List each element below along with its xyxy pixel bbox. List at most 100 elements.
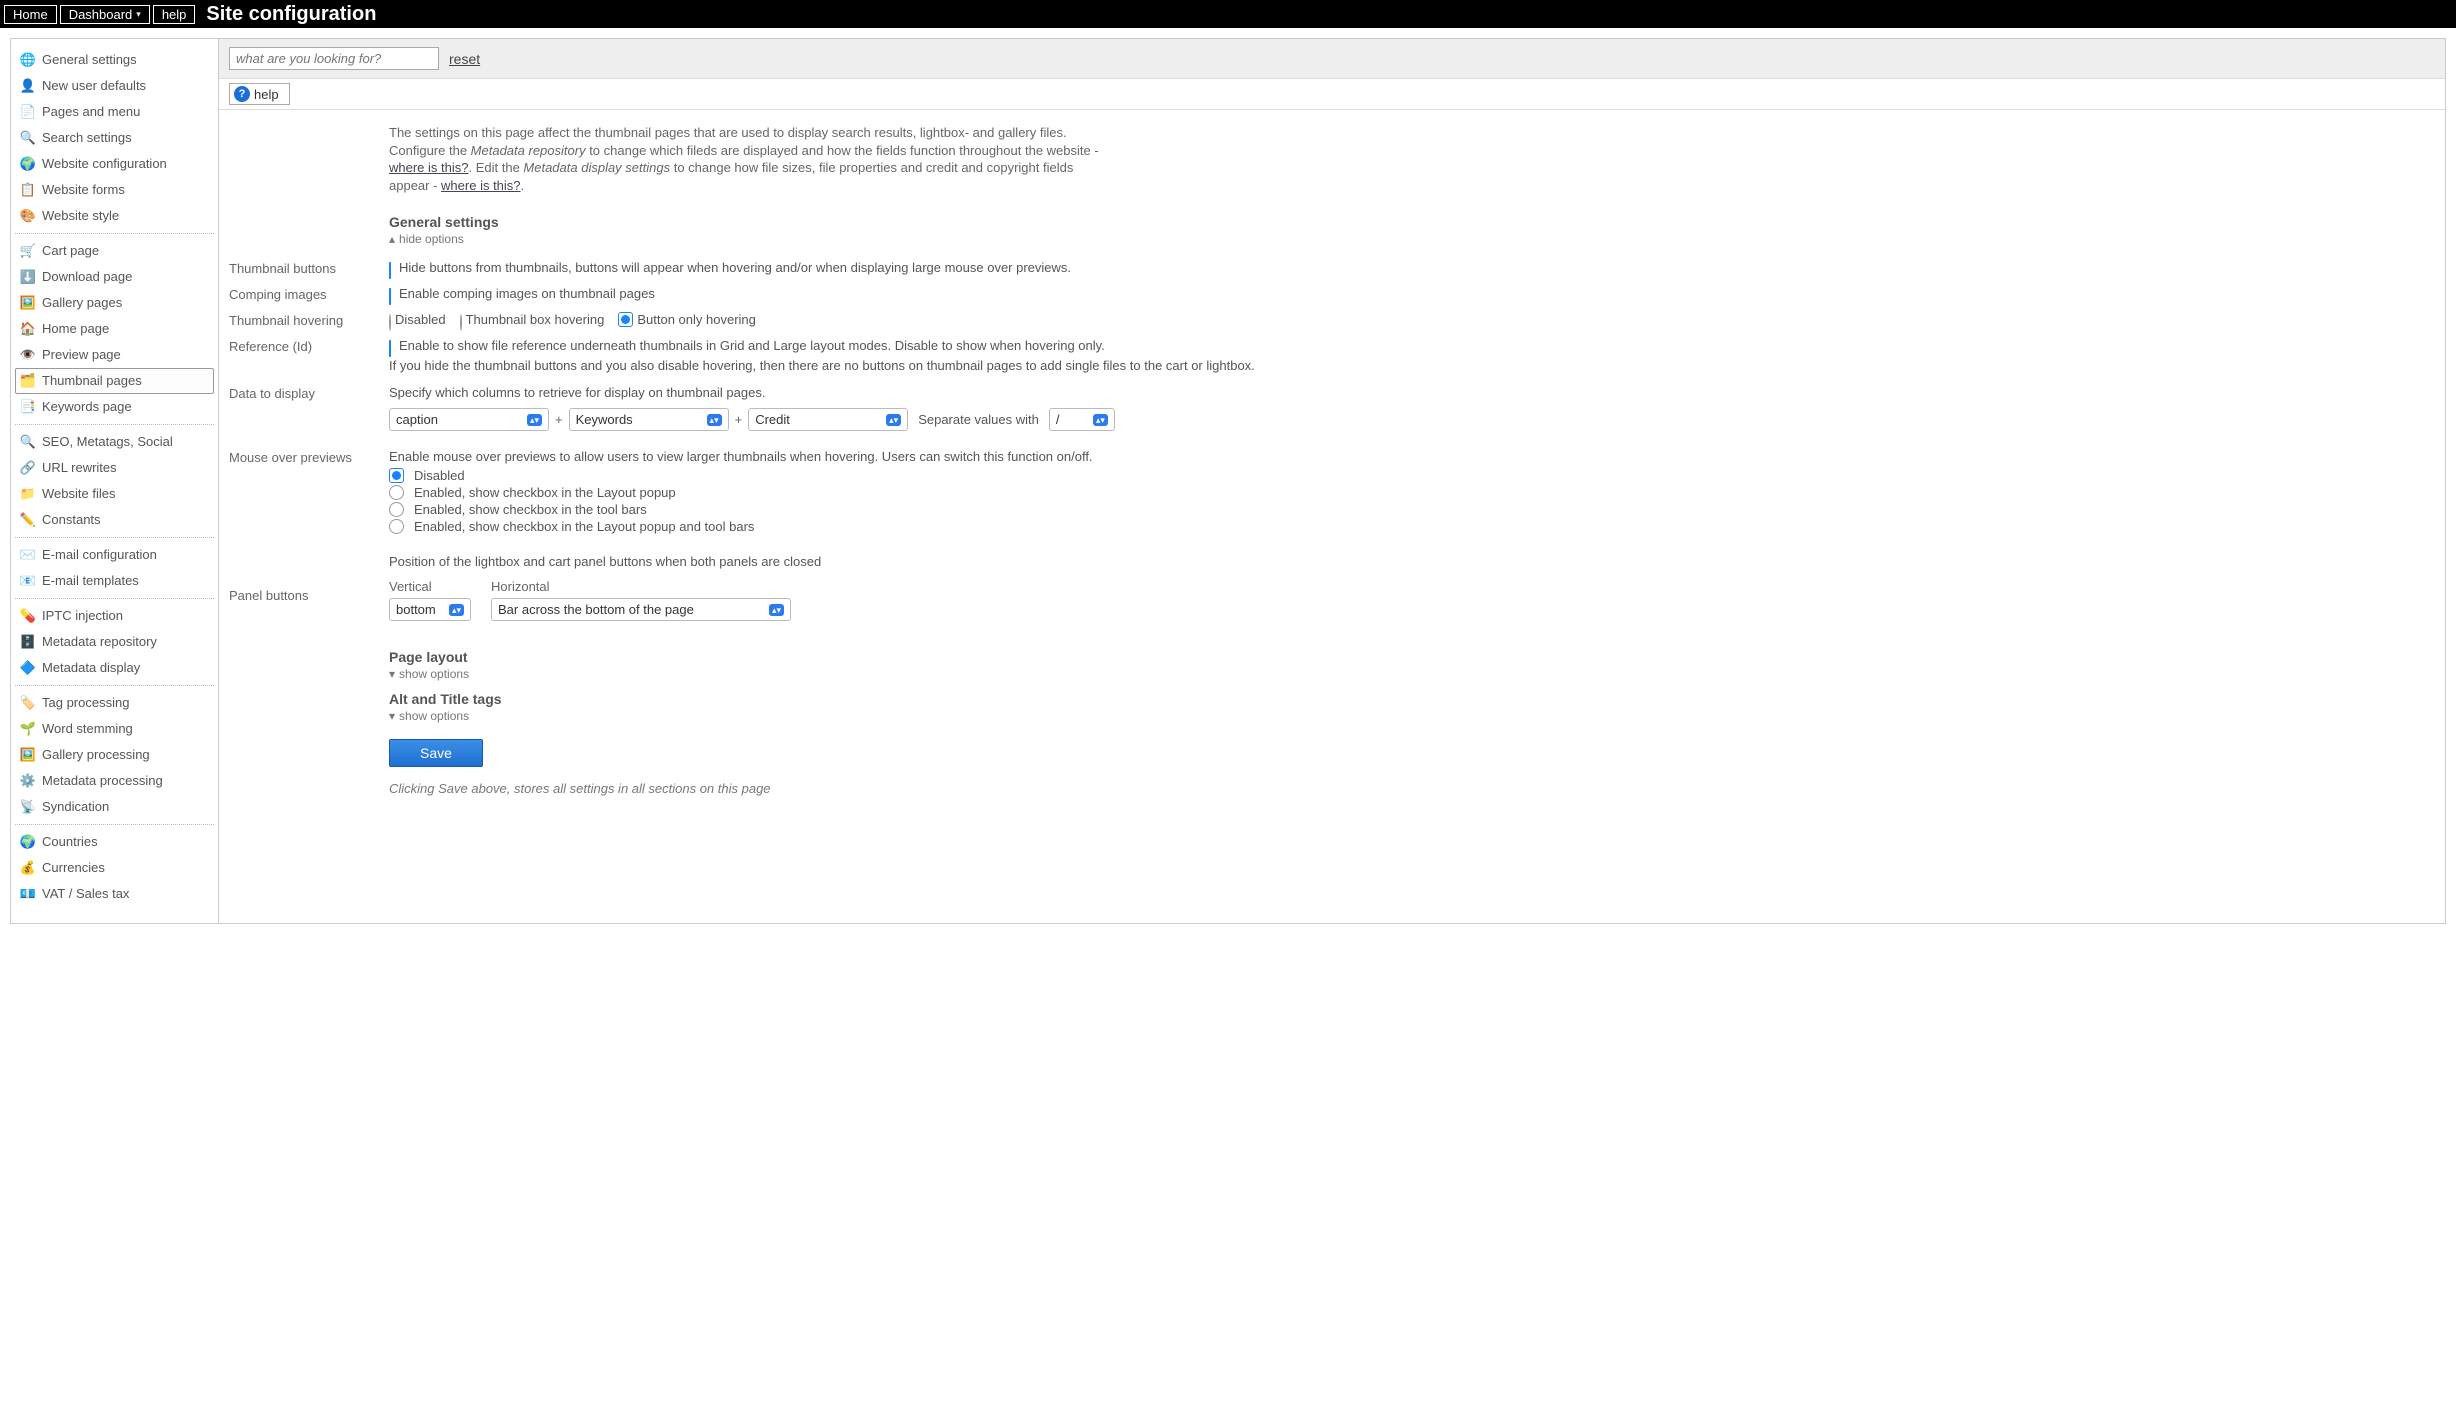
sidebar-item-label: Gallery processing [42,746,150,764]
sidebar-icon: 👤 [20,78,36,94]
dashboard-button[interactable]: Dashboard ▾ [60,5,150,24]
sidebar-icon: 🌱 [20,721,36,737]
sidebar-item-label: Constants [42,511,101,529]
sidebar-item-thumbnail-pages[interactable]: 🗂️ Thumbnail pages [15,368,214,394]
sidebar-item-metadata-display[interactable]: 🔷Metadata display [15,655,214,681]
sidebar-item-word-stemming[interactable]: 🌱Word stemming [15,716,214,742]
select-separator[interactable]: /▴▾ [1049,408,1115,431]
sidebar-icon: 🌐 [20,52,36,68]
sidebar-icon: 🗄️ [20,634,36,650]
sidebar-item-new-user-defaults[interactable]: 👤New user defaults [15,73,214,99]
label-data-to-display: Data to display [229,385,389,401]
sidebar-item-download-page[interactable]: ⬇️Download page [15,264,214,290]
radio-hovering-0[interactable] [389,314,391,331]
sidebar-item-e-mail-templates[interactable]: 📧E-mail templates [15,568,214,594]
radio-mouseover-2[interactable] [389,502,404,517]
sidebar-item-label: Gallery pages [42,294,122,312]
sidebar-item-preview-page[interactable]: 👁️Preview page [15,342,214,368]
sidebar-item-search-settings[interactable]: 🔍Search settings [15,125,214,151]
plus-separator: + [735,412,743,427]
sidebar: 🌐General settings👤New user defaults📄Page… [11,39,219,923]
help-button[interactable]: help [153,5,196,24]
checkbox-reference-id[interactable] [389,340,391,357]
text-data-to-display: Specify which columns to retrieve for di… [389,385,2425,400]
sidebar-item-currencies[interactable]: 💰Currencies [15,855,214,881]
checkbox-comping-images[interactable] [389,288,391,305]
sidebar-icon: 🔍 [20,434,36,450]
sidebar-item-home-page[interactable]: 🏠Home page [15,316,214,342]
sidebar-item-metadata-processing[interactable]: ⚙️Metadata processing [15,768,214,794]
sidebar-item-syndication[interactable]: 📡Syndication [15,794,214,820]
sidebar-item-label: Search settings [42,129,132,147]
radio-mouseover-3[interactable] [389,519,404,534]
select-column-1[interactable]: caption▴▾ [389,408,549,431]
select-column-3[interactable]: Credit▴▾ [748,408,908,431]
where-link-2[interactable]: where is this? [441,178,520,193]
sidebar-item-label: Home page [42,320,109,338]
sidebar-item-label: Keywords page [42,398,132,416]
sidebar-icon: 💶 [20,886,36,902]
search-input[interactable] [229,47,439,70]
radio-mouseover-0[interactable] [389,468,404,483]
sidebar-item-metadata-repository[interactable]: 🗄️Metadata repository [15,629,214,655]
sidebar-icon: 🎨 [20,208,36,224]
select-column-2[interactable]: Keywords▴▾ [569,408,729,431]
show-options-toggle-layout[interactable]: ▾ show options [389,667,469,681]
where-link-1[interactable]: where is this? [389,160,468,175]
sidebar-item-gallery-pages[interactable]: 🖼️ Gallery pages [15,290,214,316]
top-bar: Home Dashboard ▾ help Site configuration [0,0,2456,28]
sidebar-icon: 📄 [20,104,36,120]
section-alt-title-tags: Alt and Title tags ▾ show options [389,691,2425,723]
show-options-toggle-alt[interactable]: ▾ show options [389,709,469,723]
sidebar-icon: 🖼️ [20,295,36,311]
chevron-down-icon: ▾ [389,667,395,681]
reset-link[interactable]: reset [449,51,480,67]
sidebar-item-e-mail-configuration[interactable]: ✉️E-mail configuration [15,542,214,568]
reference-note: If you hide the thumbnail buttons and yo… [389,358,2425,373]
radio-label: Enabled, show checkbox in the tool bars [414,502,647,517]
sidebar-item-label: Tag processing [42,694,129,712]
sidebar-item-countries[interactable]: 🌍Countries [15,829,214,855]
sidebar-item-website-configuration[interactable]: 🌍Website configuration [15,151,214,177]
main-frame: 🌐General settings👤New user defaults📄Page… [10,38,2446,924]
sidebar-icon: 🗂️ [20,373,36,389]
checkbox-thumbnail-buttons[interactable] [389,262,391,279]
sidebar-item-website-forms[interactable]: 📋Website forms [15,177,214,203]
select-arrow-icon: ▴▾ [1093,414,1108,426]
sidebar-item-gallery-processing[interactable]: 🖼️Gallery processing [15,742,214,768]
sidebar-icon: 🏷️ [20,695,36,711]
sidebar-item-label: Thumbnail pages [42,372,142,390]
save-button[interactable]: Save [389,739,483,767]
sidebar-item-general-settings[interactable]: 🌐General settings [15,47,214,73]
sidebar-item-vat-sales-tax[interactable]: 💶VAT / Sales tax [15,881,214,907]
label-mouse-over-previews: Mouse over previews [229,449,389,465]
select-vertical[interactable]: bottom▴▾ [389,598,471,621]
sidebar-item-url-rewrites[interactable]: 🔗URL rewrites [15,455,214,481]
radio-hovering-2[interactable] [618,312,633,327]
main-panel: reset ? help The settings on this page a… [219,39,2445,923]
help-pill-button[interactable]: ? help [229,83,290,105]
radio-label: Enabled, show checkbox in the Layout pop… [414,485,676,500]
sidebar-item-iptc-injection[interactable]: 💊IPTC injection [15,603,214,629]
sidebar-item-label: E-mail templates [42,572,139,590]
radio-label: Button only hovering [637,312,756,327]
select-horizontal[interactable]: Bar across the bottom of the page▴▾ [491,598,791,621]
select-arrow-icon: ▴▾ [527,414,542,426]
home-button[interactable]: Home [4,5,57,24]
hide-options-toggle[interactable]: ▴ hide options [389,232,464,246]
radio-mouseover-1[interactable] [389,485,404,500]
sidebar-item-website-style[interactable]: 🎨Website style [15,203,214,229]
sidebar-item-tag-processing[interactable]: 🏷️ Tag processing [15,690,214,716]
sidebar-item-keywords-page[interactable]: 📑Keywords page [15,394,214,420]
sidebar-item-constants[interactable]: ✏️Constants [15,507,214,533]
sidebar-item-website-files[interactable]: 📁Website files [15,481,214,507]
sidebar-item-cart-page[interactable]: 🛒Cart page [15,238,214,264]
chevron-down-icon: ▾ [136,9,141,20]
sidebar-item-label: Currencies [42,859,105,877]
label-panel-buttons: Panel buttons [229,554,389,603]
radio-hovering-1[interactable] [460,314,462,331]
sidebar-item-label: Cart page [42,242,99,260]
sidebar-item-seo-metatags-social[interactable]: 🔍SEO, Metatags, Social [15,429,214,455]
sidebar-icon: ⬇️ [20,269,36,285]
sidebar-item-pages-and-menu[interactable]: 📄Pages and menu [15,99,214,125]
